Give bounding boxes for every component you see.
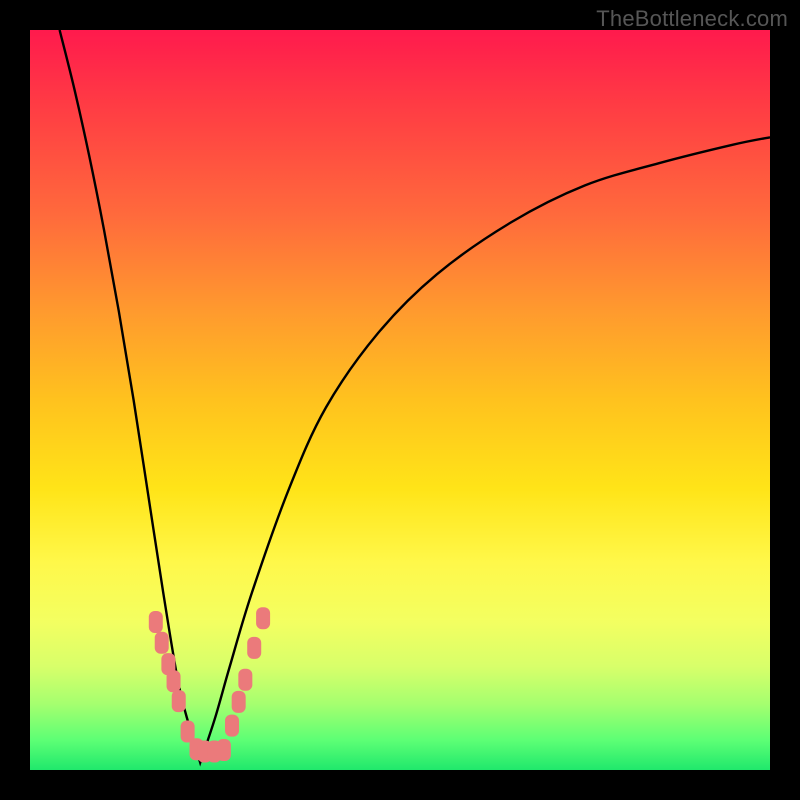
watermark-text: TheBottleneck.com [596, 6, 788, 32]
data-marker [149, 611, 163, 633]
data-marker [172, 690, 186, 712]
data-marker [217, 739, 231, 761]
data-marker [225, 715, 239, 737]
data-marker [155, 632, 169, 654]
data-marker [238, 669, 252, 691]
curve-layer [30, 30, 770, 770]
chart-frame: TheBottleneck.com [0, 0, 800, 800]
bottleneck-curve [60, 30, 770, 763]
data-marker [256, 607, 270, 629]
marker-group [149, 607, 270, 762]
plot-area [30, 30, 770, 770]
data-marker [247, 637, 261, 659]
data-marker [232, 691, 246, 713]
data-marker [167, 670, 181, 692]
